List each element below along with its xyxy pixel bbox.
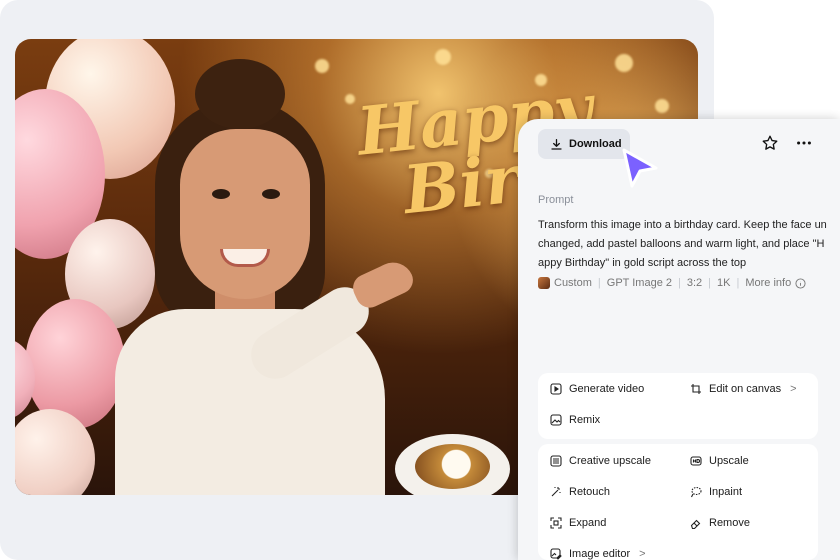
star-icon[interactable] xyxy=(761,134,779,152)
chevron-right-icon: > xyxy=(790,383,797,395)
expand-icon xyxy=(550,517,562,529)
edit-on-canvas-button[interactable]: Edit on canvas > xyxy=(690,383,797,395)
remix-button[interactable]: Remix xyxy=(550,414,600,426)
generation-meta: Custom | GPT Image 2 | 3:2 | 1K | More i… xyxy=(538,277,806,289)
meta-ratio: 3:2 xyxy=(686,277,703,289)
hd-icon xyxy=(690,456,702,466)
upscale-button[interactable]: Upscale xyxy=(690,455,749,467)
more-horizontal-icon[interactable] xyxy=(795,134,813,152)
magic-wand-icon xyxy=(551,487,561,497)
inpaint-button[interactable]: Inpaint xyxy=(690,486,742,498)
lasso-icon xyxy=(691,486,702,498)
image-detail-panel: Download Prompt Transform this image int… xyxy=(518,119,840,560)
food xyxy=(415,444,490,489)
more-info-link[interactable]: More info xyxy=(745,277,791,289)
meta-resolution: 1K xyxy=(717,277,731,289)
download-icon xyxy=(551,138,562,150)
image-edit-icon xyxy=(550,548,562,560)
creative-upscale-button[interactable]: Creative upscale xyxy=(550,455,651,467)
sliders-icon xyxy=(550,455,562,467)
secondary-actions-card: Creative upscale Upscale Retouch Inpaint… xyxy=(538,444,818,560)
image-icon xyxy=(550,414,562,426)
chevron-right-icon: > xyxy=(639,548,646,560)
remove-button[interactable]: Remove xyxy=(690,517,750,529)
prompt-text: Transform this image into a birthday car… xyxy=(538,219,827,269)
prompt-label: Prompt xyxy=(538,194,574,206)
eraser-icon xyxy=(690,519,701,529)
info-icon[interactable] xyxy=(795,277,806,289)
meta-style: Custom xyxy=(554,277,592,289)
generate-video-button[interactable]: Generate video xyxy=(550,383,644,395)
download-label: Download xyxy=(569,138,622,150)
style-thumbnail xyxy=(538,277,550,289)
retouch-button[interactable]: Retouch xyxy=(550,486,610,498)
primary-actions-card: Generate video Edit on canvas > Remix xyxy=(538,373,818,439)
crop-icon xyxy=(691,384,701,394)
meta-model: GPT Image 2 xyxy=(606,277,672,289)
expand-button[interactable]: Expand xyxy=(550,517,606,529)
play-icon xyxy=(550,383,562,395)
pointer-cursor-icon xyxy=(622,148,658,188)
download-button[interactable]: Download xyxy=(538,129,630,159)
image-editor-button[interactable]: Image editor > xyxy=(550,548,646,560)
